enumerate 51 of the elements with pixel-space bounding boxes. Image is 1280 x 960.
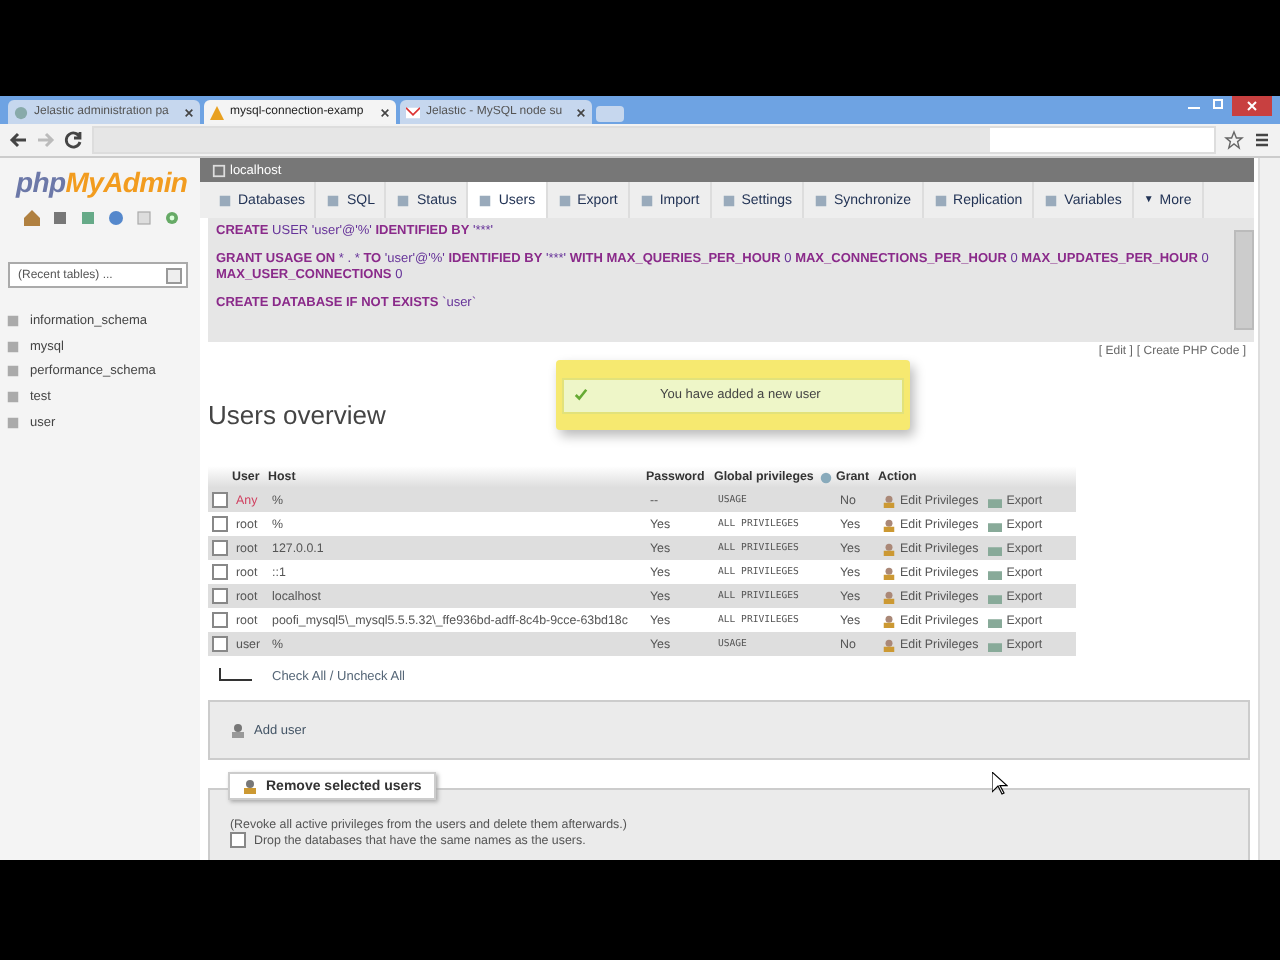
square-icon: [557, 193, 572, 207]
row-checkbox[interactable]: [212, 588, 228, 604]
user-edit-icon: [882, 589, 896, 603]
square-icon: [721, 193, 736, 207]
square-icon: [478, 193, 493, 207]
scrollbar[interactable]: [1234, 230, 1254, 330]
reload-icon[interactable]: [64, 130, 84, 150]
globe-icon: [14, 105, 28, 119]
check-icon: [574, 388, 588, 402]
back-icon[interactable]: [8, 130, 28, 150]
mail-icon: [406, 105, 420, 119]
row-checkbox[interactable]: [212, 564, 228, 580]
page-heading: Users overview: [208, 400, 388, 430]
help-icon[interactable]: [108, 210, 124, 226]
row-checkbox[interactable]: [212, 636, 228, 652]
user-edit-icon: [882, 613, 896, 627]
server-icon: [212, 163, 226, 177]
row-checkbox[interactable]: [212, 492, 228, 508]
row-checkbox[interactable]: [212, 516, 228, 532]
square-icon: [218, 193, 232, 207]
cursor-icon: [992, 772, 1008, 796]
home-icon[interactable]: [24, 210, 40, 226]
settings-icon[interactable]: [164, 210, 180, 226]
sail-icon: [210, 105, 224, 119]
logo: phpMyAdmin: [13, 166, 190, 198]
user-edit-icon: [882, 517, 896, 531]
scrollbar[interactable]: [1258, 158, 1280, 860]
restore-icon[interactable]: [1208, 96, 1228, 112]
close-icon[interactable]: [576, 107, 586, 117]
user-edit-icon: [882, 493, 896, 507]
user-edit-icon: [882, 637, 896, 651]
user-edit-icon: [882, 565, 896, 579]
square-icon: [1044, 193, 1059, 207]
close-icon[interactable]: [184, 107, 194, 117]
square-icon: [814, 193, 828, 207]
close-icon[interactable]: [380, 107, 390, 117]
info-icon[interactable]: [819, 471, 832, 483]
square-icon: [396, 193, 411, 207]
user-edit-icon: [882, 541, 896, 555]
row-checkbox[interactable]: [212, 612, 228, 628]
star-icon[interactable]: [1224, 130, 1244, 150]
close-window-icon[interactable]: [1232, 96, 1272, 116]
database-icon[interactable]: [52, 210, 68, 226]
user-add-icon: [230, 722, 246, 738]
square-icon: [326, 193, 341, 207]
user-remove-icon: [242, 778, 258, 794]
row-checkbox[interactable]: [212, 540, 228, 556]
square-icon: [639, 193, 654, 207]
menu-icon[interactable]: [1252, 130, 1272, 150]
square-icon: [933, 193, 948, 207]
drop-checkbox[interactable]: [230, 832, 246, 848]
